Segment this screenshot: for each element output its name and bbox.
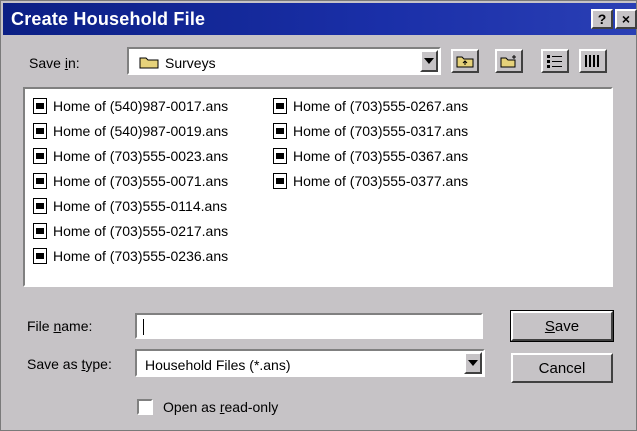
file-icon <box>273 123 287 139</box>
list-item[interactable]: Home of (540)987-0019.ans <box>33 120 228 142</box>
list-item[interactable]: Home of (703)555-0114.ans <box>33 195 227 217</box>
file-name: Home of (703)555-0071.ans <box>53 173 229 189</box>
file-name-label: File name: <box>27 318 93 334</box>
dialog-title: Create Household File <box>11 9 206 29</box>
file-name: Home of (703)555-0114.ans <box>53 198 228 214</box>
save-button[interactable]: Save <box>510 310 614 342</box>
save-button-mnemonic: S <box>544 317 555 335</box>
save-as-type-value: Household Files (*.ans) <box>145 357 291 373</box>
cancel-button[interactable]: Cancel <box>511 353 613 383</box>
details-view-button[interactable] <box>579 49 607 73</box>
list-item[interactable]: Home of (540)987-0017.ans <box>33 95 228 117</box>
file-icon <box>33 223 47 239</box>
chevron-down-icon <box>468 360 478 366</box>
list-view-button[interactable] <box>541 49 569 73</box>
read-only-checkbox[interactable] <box>137 399 153 415</box>
title-bar: Create Household File ? × <box>3 3 637 35</box>
list-item[interactable]: Home of (703)555-0377.ans <box>273 170 468 192</box>
list-item[interactable]: Home of (703)555-0317.ans <box>273 120 468 142</box>
help-icon: ? <box>597 11 607 27</box>
list-item[interactable]: Home of (703)555-0217.ans <box>33 220 228 242</box>
save-button-label: ave <box>554 317 580 335</box>
save-in-value: Surveys <box>165 55 216 71</box>
list-item[interactable]: Home of (703)555-0236.ans <box>33 245 228 267</box>
file-icon <box>273 98 287 114</box>
help-button[interactable]: ? <box>591 9 613 29</box>
list-item[interactable]: Home of (703)555-0071.ans <box>33 170 228 192</box>
file-icon <box>273 173 287 189</box>
folder-icon <box>139 57 159 69</box>
list-view-icon <box>547 55 562 68</box>
file-icon <box>33 173 47 189</box>
file-icon <box>33 123 47 139</box>
list-item[interactable]: Home of (703)555-0367.ans <box>273 145 468 167</box>
chevron-down-icon <box>424 58 434 64</box>
read-only-label[interactable]: Open as read-only <box>163 399 278 415</box>
details-view-icon <box>585 55 599 67</box>
save-as-type-dropdown-button[interactable] <box>464 352 482 374</box>
create-household-file-dialog: Create Household File ? × Save in: Surve… <box>0 0 637 431</box>
file-name: Home of (703)555-0217.ans <box>53 223 229 239</box>
save-as-type-dropdown[interactable]: Household Files (*.ans) <box>135 349 485 377</box>
file-name-input[interactable] <box>135 313 483 339</box>
file-name: Home of (703)555-0317.ans <box>293 123 469 139</box>
save-in-label: Save in: <box>29 55 80 71</box>
close-icon: × <box>621 11 631 27</box>
file-list[interactable]: Home of (540)987-0017.ans Home of (540)9… <box>23 87 613 287</box>
close-button[interactable]: × <box>615 9 637 29</box>
file-name: Home of (703)555-0267.ans <box>293 98 469 114</box>
file-name: Home of (703)555-0023.ans <box>53 148 229 164</box>
file-icon <box>33 98 47 114</box>
up-folder-icon <box>456 56 474 68</box>
text-caret <box>143 319 144 335</box>
save-in-dropdown[interactable]: Surveys <box>127 47 441 75</box>
new-folder-icon <box>500 55 516 68</box>
file-name: Home of (703)555-0377.ans <box>293 173 469 189</box>
list-item[interactable]: Home of (703)555-0023.ans <box>33 145 228 167</box>
file-icon <box>33 248 47 264</box>
up-one-level-button[interactable] <box>451 49 479 73</box>
list-item[interactable]: Home of (703)555-0267.ans <box>273 95 468 117</box>
file-icon <box>33 148 47 164</box>
file-name: Home of (703)555-0236.ans <box>53 248 229 264</box>
save-as-type-label: Save as type: <box>27 356 112 372</box>
save-in-dropdown-button[interactable] <box>420 50 438 72</box>
file-name: Home of (540)987-0019.ans <box>53 123 229 139</box>
file-name: Home of (540)987-0017.ans <box>53 98 229 114</box>
file-name: Home of (703)555-0367.ans <box>293 148 469 164</box>
new-folder-button[interactable] <box>495 49 523 73</box>
file-icon <box>273 148 287 164</box>
file-icon <box>33 198 47 214</box>
cancel-button-label: Cancel <box>538 359 586 377</box>
